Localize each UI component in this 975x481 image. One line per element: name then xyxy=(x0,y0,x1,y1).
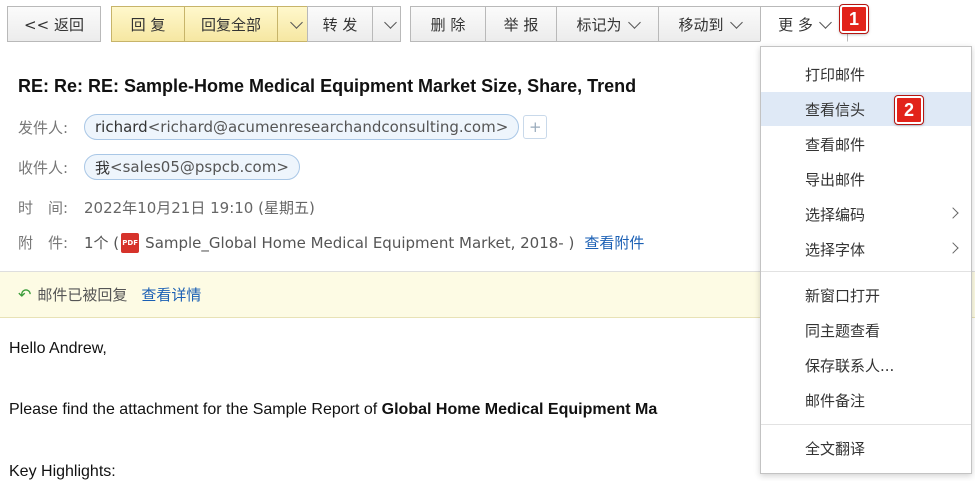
back-label: << 返回 xyxy=(24,15,84,34)
add-contact-icon[interactable]: + xyxy=(523,115,548,139)
back-button[interactable]: << 返回 xyxy=(7,6,101,42)
body-greeting: Hello Andrew, xyxy=(9,340,107,357)
attachment-name[interactable]: Sample_Global Home Medical Equipment Mar… xyxy=(145,234,574,252)
view-details-link[interactable]: 查看详情 xyxy=(141,284,201,305)
report-label: 举 报 xyxy=(503,15,539,34)
menu-divider xyxy=(761,424,971,425)
reply-all-dropdown[interactable] xyxy=(277,6,308,42)
reply-all-label: 回复全部 xyxy=(200,15,261,34)
more-label: 更 多 xyxy=(778,15,813,34)
pdf-icon: PDF xyxy=(121,232,140,253)
menu-item-label: 查看邮件 xyxy=(805,135,866,154)
more-button[interactable]: 更 多 xyxy=(760,6,848,42)
body-line-1-bold: Global Home Medical Equipment Ma xyxy=(381,401,658,418)
menu-item-label: 新窗口打开 xyxy=(805,286,881,305)
menu-item-label: 保存联系人... xyxy=(805,356,895,375)
menu-item-label: 选择字体 xyxy=(805,240,866,259)
chevron-down-icon xyxy=(290,15,303,29)
body-line-1: Please find the attachment for the Sampl… xyxy=(9,401,657,419)
to-label: 收件人: xyxy=(18,158,69,177)
menu-item-label: 全文翻译 xyxy=(805,439,866,458)
menu-item-label: 打印邮件 xyxy=(805,65,866,84)
step-1-badge: 1 xyxy=(840,5,868,33)
time-label: 时 间: xyxy=(18,199,69,217)
forward-dropdown[interactable] xyxy=(372,6,401,42)
delete-button[interactable]: 删 除 xyxy=(410,6,486,42)
menu-item-label: 导出邮件 xyxy=(805,170,866,189)
forward-button[interactable]: 转 发 xyxy=(307,6,373,42)
chevron-right-icon xyxy=(947,242,959,254)
menu-item-new-window[interactable]: 新窗口打开 xyxy=(761,278,971,312)
menu-item-view-mail[interactable]: 查看邮件 xyxy=(761,127,971,161)
replied-notice-text: 邮件已被回复 xyxy=(37,286,128,304)
menu-item-label: 查看信头 xyxy=(805,100,866,119)
menu-item-label: 同主题查看 xyxy=(805,321,881,340)
reply-button[interactable]: 回 复 xyxy=(111,6,185,42)
menu-item-note[interactable]: 邮件备注 xyxy=(761,383,971,417)
from-row: 发件人: richard <richard@acumenresearchandco… xyxy=(18,114,548,140)
email-subject: RE: Re: RE: Sample-Home Medical Equipmen… xyxy=(18,76,637,96)
menu-item-label: 邮件备注 xyxy=(805,391,866,410)
reply-all-button[interactable]: 回复全部 xyxy=(184,6,278,42)
menu-item-print[interactable]: 打印邮件 xyxy=(761,57,971,91)
menu-divider xyxy=(761,271,971,272)
mark-as-label: 标记为 xyxy=(576,15,622,34)
attachment-label: 附 件: xyxy=(18,234,69,252)
chevron-right-icon xyxy=(947,207,959,219)
move-to-button[interactable]: 移动到 xyxy=(658,6,761,42)
menu-item-label: 选择编码 xyxy=(805,205,866,224)
view-attachment-link[interactable]: 查看附件 xyxy=(584,232,644,253)
from-label: 发件人: xyxy=(18,118,69,137)
mail-toolbar: << 返回 回 复 回复全部 转 发 删 除 举 报 标记为 移动到 更 多 1 xyxy=(0,0,975,50)
recipient-name: 我 xyxy=(95,158,111,177)
forward-label: 转 发 xyxy=(322,15,358,34)
step-2-badge: 2 xyxy=(895,96,923,124)
menu-item-translate[interactable]: 全文翻译 xyxy=(761,431,971,465)
menu-item-same-topic[interactable]: 同主题查看 xyxy=(761,313,971,347)
body-line-1-text: Please find the attachment for the Sampl… xyxy=(9,401,382,418)
menu-item-encoding[interactable]: 选择编码 xyxy=(761,197,971,231)
time-row: 时 间: 2022年10月21日 19:10 (星期五) xyxy=(18,197,315,218)
chevron-down-icon xyxy=(819,15,832,29)
reply-arrow-icon: ↶ xyxy=(18,285,32,304)
attachment-count: 1个 ( xyxy=(84,234,120,252)
menu-item-export[interactable]: 导出邮件 xyxy=(761,162,971,196)
recipient-pill[interactable]: 我 <sales05@pspcb.com> xyxy=(84,154,300,180)
sender-address: <richard@acumenresearchandconsulting.com… xyxy=(147,118,509,136)
sender-pill[interactable]: richard <richard@acumenresearchandconsult… xyxy=(84,114,520,140)
report-button[interactable]: 举 报 xyxy=(485,6,557,42)
body-line-2: Key Highlights: xyxy=(9,463,116,480)
chevron-down-icon xyxy=(384,15,397,29)
menu-item-view-header[interactable]: 查看信头 xyxy=(761,92,971,126)
attachment-row: 附 件: 1个 ( PDF Sample_Global Home Medical… xyxy=(18,232,644,253)
more-dropdown-menu: 打印邮件 查看信头 查看邮件 导出邮件 选择编码 选择字体 新窗口打开 同主题查… xyxy=(760,46,972,474)
recipient-address: <sales05@pspcb.com> xyxy=(110,158,289,176)
chevron-down-icon xyxy=(627,15,641,29)
reply-label: 回 复 xyxy=(130,15,166,34)
sender-name: richard xyxy=(95,118,148,136)
menu-item-font[interactable]: 选择字体 xyxy=(761,232,971,266)
to-row: 收件人: 我 <sales05@pspcb.com> xyxy=(18,154,300,180)
mark-as-button[interactable]: 标记为 xyxy=(556,6,659,42)
delete-label: 删 除 xyxy=(430,15,466,34)
move-to-label: 移动到 xyxy=(678,15,724,34)
menu-item-save-contact[interactable]: 保存联系人... xyxy=(761,348,971,382)
time-value: 2022年10月21日 19:10 (星期五) xyxy=(84,199,315,217)
chevron-down-icon xyxy=(729,15,743,29)
